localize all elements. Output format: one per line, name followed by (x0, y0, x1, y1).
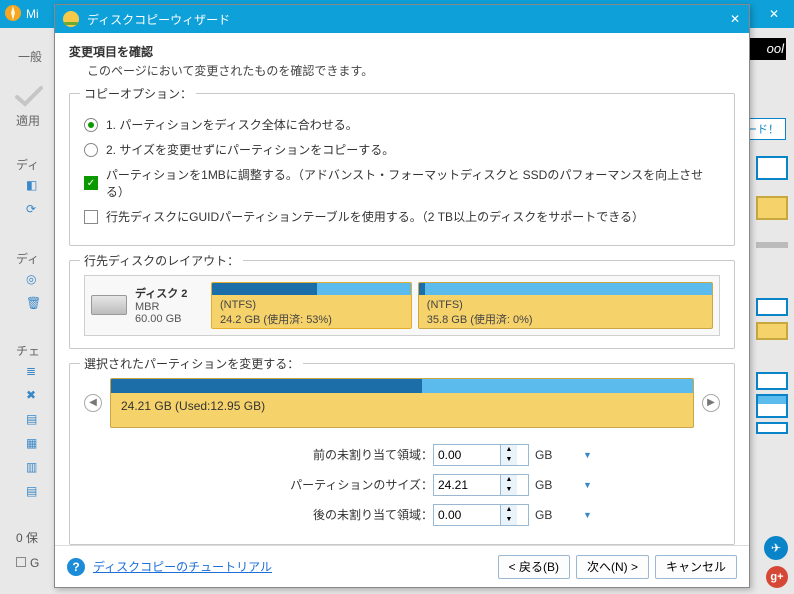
selected-partition-label: 24.21 GB (Used:12.95 GB) (111, 393, 693, 419)
side-icon-3[interactable]: ◎ (26, 272, 36, 286)
checkbox-use-guid-label: 行先ディスクにGUIDパーティションテーブルを使用する。（2 TB以上のディスク… (106, 208, 644, 225)
bg-pending: 0 保 (16, 529, 38, 546)
disk-info: ディスク 2 MBR 60.00 GB (91, 282, 203, 329)
space-after-spinner[interactable]: ▲▼ (433, 504, 529, 526)
unit-3-dd[interactable]: ▼ (583, 510, 592, 520)
bg-section-check: チェ (16, 342, 40, 359)
bg-brand-fragment: ool (746, 38, 786, 60)
space-before-input[interactable] (434, 448, 500, 462)
radio-fit-disk-label: 1. パーティションをディスク全体に合わせる。 (106, 116, 358, 133)
checkbox-align-1mb[interactable] (84, 176, 98, 190)
dest-layout-group: 行先ディスクのレイアウト： ディスク 2 MBR 60.00 GB (NTFS)… (69, 260, 735, 349)
dialog-close-button[interactable]: ✕ (721, 5, 749, 33)
bg-close-icon[interactable]: ✕ (760, 0, 788, 28)
unit-2: GB (535, 478, 552, 492)
partition-size-down[interactable]: ▼ (501, 485, 517, 495)
side-icon-6[interactable]: ✖ (26, 388, 36, 402)
unit-1-dd[interactable]: ▼ (583, 450, 592, 460)
dest-layout-legend: 行先ディスクのレイアウト： (80, 252, 243, 269)
bg-divider (756, 242, 788, 248)
bg-disk-thumb-1[interactable] (756, 156, 788, 180)
disk-scheme: MBR (135, 301, 187, 313)
radio-no-resize[interactable] (84, 143, 98, 157)
copy-options-group: コピーオプション： 1. パーティションをディスク全体に合わせる。 2. サイズ… (69, 93, 735, 246)
help-icon[interactable]: ? (67, 558, 85, 576)
partition-1[interactable]: (NTFS)24.2 GB (使用済: 53%) (211, 282, 412, 329)
side-icon-4[interactable]: 🗑 (26, 296, 41, 310)
dialog-footer: ? ディスクコピーのチュートリアル < 戻る(B) 次へ(N) > キャンセル (55, 545, 749, 587)
space-before-label: 前の未割り当て領域： (203, 446, 433, 463)
partition-2[interactable]: (NTFS)35.8 GB (使用済: 0%) (418, 282, 713, 329)
bg-gpt-row: G (16, 556, 39, 570)
partition-size-input[interactable] (434, 478, 500, 492)
space-before-spinner[interactable]: ▲▼ (433, 444, 529, 466)
partition-1-fs: (NTFS) (220, 298, 403, 313)
next-partition-button[interactable]: ▶ (702, 394, 720, 412)
side-icon-5[interactable]: ≣ (26, 364, 36, 378)
space-after-up[interactable]: ▲ (501, 505, 517, 515)
share-icon[interactable]: ✈ (764, 536, 788, 560)
dialog-titlebar: ディスクコピーウィザード ✕ (55, 5, 749, 33)
partition-size-up[interactable]: ▲ (501, 475, 517, 485)
side-icon-8[interactable]: ▦ (26, 436, 37, 450)
unit-1: GB (535, 448, 552, 462)
bg-section-disk: ディ (16, 156, 39, 173)
wizard-icon (61, 9, 81, 29)
bg-section-disk2: ディ (16, 250, 39, 267)
space-after-down[interactable]: ▼ (501, 515, 517, 525)
bg-disk-thumb-2[interactable] (756, 196, 788, 220)
edit-partition-group: 選択されたパーティションを変更する： ◀ 24.21 GB (Used:12.9… (69, 363, 735, 545)
confirm-subtext: このページにおいて変更されたものを確認できます。 (87, 62, 735, 79)
partition-2-fs: (NTFS) (427, 298, 704, 313)
apply-label[interactable]: 適用 (16, 112, 40, 129)
copy-options-legend: コピーオプション： (80, 85, 196, 102)
app-icon (4, 4, 22, 22)
app-title-fragment: Mi (26, 0, 39, 28)
side-icon-7[interactable]: ▤ (26, 412, 37, 426)
space-before-up[interactable]: ▲ (501, 445, 517, 455)
gplus-icon[interactable]: g+ (766, 566, 788, 588)
dialog-title: ディスクコピーウィザード (87, 11, 230, 28)
partition-size-spinner[interactable]: ▲▼ (433, 474, 529, 496)
radio-fit-disk[interactable] (84, 118, 98, 132)
disk-copy-wizard-dialog: ディスクコピーウィザード ✕ 変更項目を確認 このページにおいて変更されたものを… (54, 4, 750, 588)
next-button[interactable]: 次へ(N) > (576, 555, 649, 579)
side-icon-9[interactable]: ▥ (26, 460, 37, 474)
prev-partition-button[interactable]: ◀ (84, 394, 102, 412)
partition-1-detail: 24.2 GB (使用済: 53%) (220, 313, 403, 328)
space-after-label: 後の未割り当て領域： (203, 506, 433, 523)
bg-disk-thumb-3[interactable] (756, 298, 788, 348)
tutorial-link[interactable]: ディスクコピーのチュートリアル (93, 558, 272, 575)
radio-no-resize-label: 2. サイズを変更せずにパーティションをコピーする。 (106, 141, 394, 158)
side-icon-2[interactable]: ⟳ (26, 202, 36, 216)
space-after-input[interactable] (434, 508, 500, 522)
partition-2-detail: 35.8 GB (使用済: 0%) (427, 313, 704, 328)
disk-name: ディスク 2 (135, 285, 187, 301)
checkbox-use-guid[interactable] (84, 210, 98, 224)
selected-partition-bar[interactable]: 24.21 GB (Used:12.95 GB) (110, 378, 694, 428)
back-button[interactable]: < 戻る(B) (498, 555, 570, 579)
hard-disk-icon (91, 295, 127, 315)
unit-2-dd[interactable]: ▼ (583, 480, 592, 490)
space-before-down[interactable]: ▼ (501, 455, 517, 465)
edit-partition-legend: 選択されたパーティションを変更する： (80, 355, 303, 372)
side-icon-1[interactable]: ◧ (26, 178, 37, 192)
bg-tab-general[interactable]: 一般 (18, 48, 42, 65)
side-icon-10[interactable]: ▤ (26, 484, 37, 498)
apply-check-icon (14, 84, 44, 108)
bg-disk-thumb-stack[interactable] (756, 372, 788, 462)
confirm-heading: 変更項目を確認 (69, 43, 735, 60)
cancel-button[interactable]: キャンセル (655, 555, 737, 579)
disk-size: 60.00 GB (135, 313, 187, 325)
checkbox-align-1mb-label: パーティションを1MBに調整する。（アドバンスト・フォーマットディスクと SSD… (106, 166, 720, 200)
unit-3: GB (535, 508, 552, 522)
partition-size-label: パーティションのサイズ： (203, 476, 433, 493)
